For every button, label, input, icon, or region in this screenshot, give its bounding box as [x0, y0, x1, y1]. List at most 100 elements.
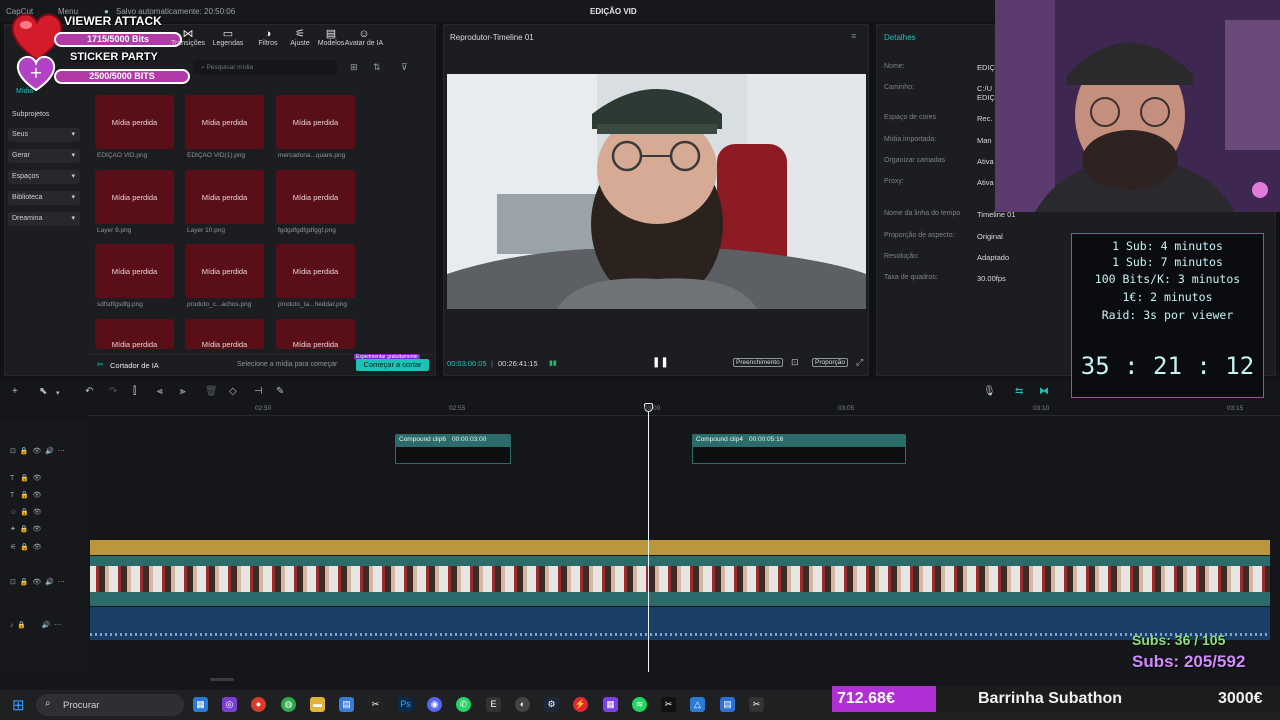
- detail-value: Rec.: [977, 114, 993, 123]
- chevron-down-icon[interactable]: ▾: [71, 172, 75, 180]
- adjustment-clip[interactable]: [90, 540, 1270, 555]
- chevron-down-icon[interactable]: ▾: [71, 193, 75, 201]
- compound-clip-header[interactable]: Compound clip6 00:00:03:00: [395, 434, 511, 446]
- app-icon[interactable]: ◎: [222, 697, 237, 712]
- track-lock-icon[interactable]: ⊡ 🔒 👁 🔊 ⋯: [10, 447, 65, 455]
- spotify-icon[interactable]: ≋: [632, 697, 647, 712]
- audio-clip[interactable]: [90, 607, 1270, 640]
- sidebar-item-0[interactable]: Subprojetos: [8, 108, 80, 122]
- main-track-icon[interactable]: ⊡ 🔒 👁 🔊 ⋯: [10, 578, 65, 586]
- taskbar-search[interactable]: ⌕ Procurar: [36, 694, 184, 716]
- select-tool-icon[interactable]: ⬉: [39, 386, 47, 397]
- adjust-track-icon[interactable]: ⚟ 🔒 👁: [10, 543, 42, 551]
- sticker-track-icon[interactable]: ☆ 🔒 👁: [10, 508, 42, 516]
- discord-icon[interactable]: ◉: [427, 697, 442, 712]
- link-icon[interactable]: ⇆: [1015, 386, 1023, 397]
- compound-clip-header[interactable]: Compound clip4 00:00:05:16: [692, 434, 906, 446]
- sticker-party-title: STICKER PARTY: [70, 51, 158, 63]
- effect-track-icon[interactable]: ✦ 🔒 👁: [10, 525, 41, 533]
- marker-icon[interactable]: ◇: [229, 386, 237, 397]
- main-video-clip[interactable]: [90, 556, 1270, 606]
- freeze-icon[interactable]: ⊣: [254, 386, 263, 397]
- sidebar-item-1[interactable]: Seus ▾: [8, 128, 80, 142]
- github-icon[interactable]: ◐: [515, 697, 530, 712]
- media-filename: EDIÇÃO VID(1).png: [187, 152, 246, 159]
- redo-icon[interactable]: ↷: [109, 386, 117, 397]
- sidebar-item-3[interactable]: Espaços ▾: [8, 170, 80, 184]
- whatsapp-icon[interactable]: ✆: [456, 697, 471, 712]
- epic-games-icon[interactable]: E: [486, 697, 501, 712]
- playhead[interactable]: [648, 404, 649, 672]
- player-menu-icon[interactable]: ≡: [851, 31, 856, 41]
- missing-media-thumb[interactable]: Mídia perdida: [185, 170, 264, 224]
- app-red-icon[interactable]: ⚡: [573, 697, 588, 712]
- undo-icon[interactable]: ↶: [85, 386, 93, 397]
- sidebar-item-4[interactable]: Biblioteca ▾: [8, 191, 80, 205]
- filter-icon[interactable]: ⊽: [401, 62, 408, 73]
- aspect-ratio-button[interactable]: Proporção: [812, 358, 848, 367]
- fullscreen-icon[interactable]: ⤢: [856, 357, 863, 368]
- capcut-active-icon[interactable]: ✂: [749, 697, 764, 712]
- chrome-icon[interactable]: ●: [251, 697, 266, 712]
- capcut-app-icon[interactable]: ✂: [661, 697, 676, 712]
- ai-edit-icon[interactable]: ✎: [276, 386, 284, 397]
- split-right-icon[interactable]: ⫸: [180, 386, 186, 397]
- fill-mode-button[interactable]: Preenchimento: [733, 358, 783, 367]
- clip-duration: 00:00:03:00: [451, 436, 487, 443]
- missing-media-thumb[interactable]: Mídia perdida: [95, 95, 174, 149]
- text-track-icon[interactable]: T 🔒 👁: [10, 491, 41, 499]
- capcut-icon[interactable]: ✂: [368, 697, 383, 712]
- chevron-down-icon[interactable]: ▾: [71, 214, 75, 222]
- audio-track-icon[interactable]: ♪ 🔒 🔊 ⋯: [10, 621, 61, 629]
- missing-media-thumb[interactable]: Mídia perdida: [276, 244, 355, 298]
- add-track-icon[interactable]: +: [12, 386, 18, 397]
- missing-media-thumb[interactable]: Mídia perdida: [276, 319, 355, 349]
- photoshop-icon[interactable]: Ps: [398, 697, 413, 712]
- text-track-icon[interactable]: T 🔒 👁: [10, 474, 41, 482]
- windows-start-icon[interactable]: ⊞: [12, 696, 25, 714]
- missing-media-thumb[interactable]: Mídia perdida: [276, 170, 355, 224]
- chevron-down-icon[interactable]: ▾: [56, 389, 60, 397]
- microphone-icon[interactable]: 🎙: [983, 386, 996, 397]
- toolbar-ai-avatar-button[interactable]: ☺ Avatar de IA: [344, 28, 384, 47]
- snap-icon[interactable]: ⧓: [1039, 386, 1049, 397]
- detail-key: Proxy:: [884, 178, 904, 185]
- detail-value: Man: [977, 136, 992, 145]
- missing-media-thumb[interactable]: Mídia perdida: [95, 319, 174, 349]
- missing-media-thumb[interactable]: Mídia perdida: [276, 95, 355, 149]
- subs-counter-big: Subs: 205/592: [1132, 652, 1246, 671]
- delete-icon[interactable]: 🗑: [205, 386, 218, 397]
- calculator-icon[interactable]: ▤: [339, 697, 354, 712]
- split-left-icon[interactable]: ⫷: [157, 386, 163, 397]
- missing-media-thumb[interactable]: Mídia perdida: [185, 244, 264, 298]
- compound-clip-body[interactable]: [692, 446, 906, 464]
- sidebar-item-2[interactable]: Gerar ▾: [8, 149, 80, 163]
- notepad-icon[interactable]: ▤: [720, 697, 735, 712]
- video-preview[interactable]: [447, 74, 866, 309]
- missing-media-thumb[interactable]: Mídia perdida: [185, 95, 264, 149]
- drive-icon[interactable]: △: [690, 697, 705, 712]
- pause-icon[interactable]: ❚❚: [652, 357, 669, 368]
- timeline-scrollbar[interactable]: [210, 678, 234, 681]
- missing-media-thumb[interactable]: Mídia perdida: [95, 244, 174, 298]
- steam-icon[interactable]: ⚙: [544, 697, 559, 712]
- widgets-icon[interactable]: ▦: [193, 697, 208, 712]
- chevron-down-icon[interactable]: ▾: [71, 130, 75, 138]
- clip-duration: 00:00:05:16: [748, 436, 784, 443]
- toolbar-captions-button[interactable]: ▭ Legendas: [208, 28, 248, 47]
- app-grid-icon[interactable]: ▦: [603, 697, 618, 712]
- grid-view-icon[interactable]: ⊞: [350, 62, 358, 73]
- snapshot-icon[interactable]: ⊡: [791, 357, 799, 368]
- split-icon[interactable]: ⫿: [133, 386, 136, 397]
- browser-icon[interactable]: ◍: [281, 697, 296, 712]
- start-cutting-button[interactable]: Começar a cortar: [356, 359, 429, 371]
- media-search-input[interactable]: ⌕ Pesquisar mídia: [193, 60, 337, 75]
- compound-clip-body[interactable]: [395, 446, 511, 464]
- toolbar-transitions-button[interactable]: ⋈ Transições: [168, 28, 208, 47]
- missing-media-thumb[interactable]: Mídia perdida: [185, 319, 264, 349]
- chevron-down-icon[interactable]: ▾: [71, 151, 75, 159]
- missing-media-thumb[interactable]: Mídia perdida: [95, 170, 174, 224]
- sort-icon[interactable]: ⇅: [373, 62, 381, 73]
- folder-icon[interactable]: ▬: [310, 697, 325, 712]
- sidebar-item-5[interactable]: Dreamina ▾: [8, 212, 80, 226]
